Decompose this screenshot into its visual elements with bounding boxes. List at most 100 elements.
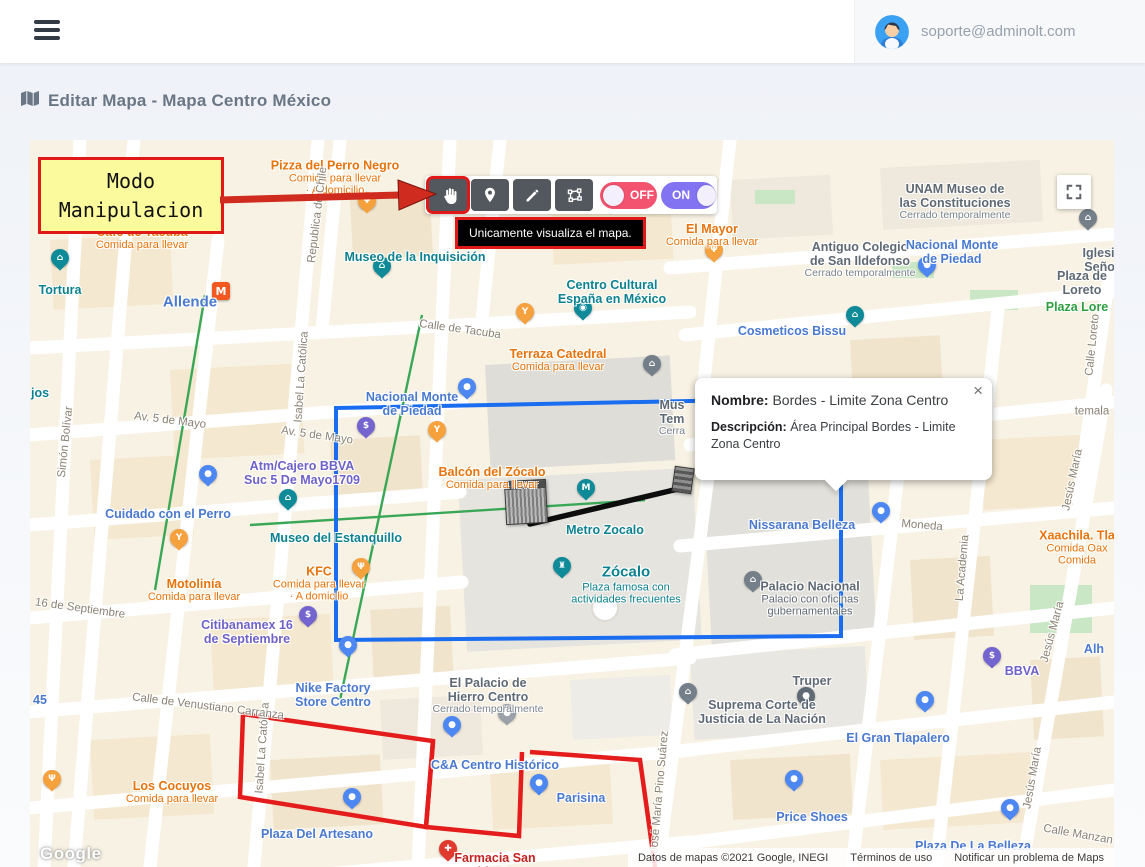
- fullscreen-button[interactable]: [1057, 175, 1091, 209]
- blueshop-pin-icon[interactable]: ●: [530, 774, 548, 792]
- marker-tool-button[interactable]: [471, 179, 509, 211]
- map-label: Allende: [162, 293, 218, 311]
- tealm-pin-icon[interactable]: M: [577, 479, 595, 497]
- map-label: Cosmeticos Bissu: [737, 324, 847, 338]
- map-label: BBVA: [1004, 664, 1040, 678]
- map-label: El Mayor Comida para llevar: [665, 221, 759, 248]
- map-label: Terraza Catedral Comida para llevar: [509, 346, 607, 373]
- tealrook-pin-icon[interactable]: ♜: [553, 557, 571, 575]
- info-window: × Nombre: Bordes - Limite Zona Centro De…: [695, 378, 992, 480]
- map-label: temala: [1074, 405, 1110, 418]
- map-label: El Gran Tlapalero: [846, 731, 950, 745]
- tealmus-pin-icon[interactable]: ⌂: [279, 489, 297, 507]
- report-link[interactable]: Notificar un problema de Maps: [954, 852, 1104, 864]
- blueshop-pin-icon[interactable]: ●: [1001, 799, 1019, 817]
- map-label: Balcón del Zócalo Comida para llevar: [438, 464, 546, 491]
- toggle-off-label: OFF: [630, 188, 654, 202]
- annotation-box: Modo Manipulacion: [38, 157, 224, 234]
- blueshop-pin-icon[interactable]: ●: [339, 636, 357, 654]
- hand-icon: [443, 187, 456, 204]
- map-toolbar: OFF ON: [425, 176, 717, 214]
- zone-polygon[interactable]: [423, 741, 525, 839]
- fullscreen-icon: [1066, 184, 1082, 200]
- map-label: Parisina: [556, 791, 606, 805]
- indigobank-pin-icon[interactable]: $: [983, 647, 1001, 665]
- user-email: soporte@adminolt.com: [921, 23, 1076, 40]
- map-label: Motolinía Comida para llevar: [147, 576, 241, 603]
- blueshop-pin-icon[interactable]: ●: [343, 788, 361, 806]
- map-label: Palacio Nacional Palacio con oficinas gube…: [760, 579, 860, 618]
- orangedrink-pin-icon[interactable]: Y: [428, 421, 446, 439]
- blueshop-pin-icon[interactable]: ●: [199, 465, 217, 483]
- map-label: Plaza Lore: [1045, 300, 1109, 314]
- polygon-tool-button[interactable]: [555, 179, 593, 211]
- map-label: UNAM Museo de las Constituciones Cerrado t…: [899, 182, 1011, 222]
- menu-icon[interactable]: [34, 20, 60, 42]
- map-label: Citibanamex 16 de Septiembre: [201, 618, 293, 646]
- info-name-label: Nombre:: [711, 392, 769, 408]
- toggle-on-label: ON: [672, 188, 690, 202]
- map-label: Museo del Estanquillo: [270, 531, 402, 545]
- device-link-line[interactable]: [527, 486, 681, 527]
- polygon-icon: [567, 187, 582, 202]
- map-label: Tortura: [38, 283, 82, 297]
- toggle-on-knob: [697, 184, 716, 206]
- indigobank-pin-icon[interactable]: $: [299, 606, 317, 624]
- map-label: Price Shoes: [776, 810, 848, 824]
- graymus-pin-icon[interactable]: ⌂: [679, 683, 697, 701]
- info-name-value: Bordes - Limite Zona Centro: [772, 392, 949, 408]
- graymus-pin-icon[interactable]: ⌂: [744, 571, 762, 589]
- user-menu[interactable]: soporte@adminolt.com: [854, 0, 1145, 63]
- map-label: Plaza Del Artesano: [260, 827, 374, 841]
- map-icon: [20, 90, 40, 112]
- google-logo[interactable]: Google: [40, 844, 102, 864]
- orangedrink-pin-icon[interactable]: Y: [170, 529, 188, 547]
- map-label: Plaza de Loreto: [1056, 269, 1108, 297]
- map-label: Farmacia SanPablo Cent: [454, 851, 536, 867]
- map-label: 45: [33, 693, 47, 707]
- map-label: Zócalo Plaza famosa con actividades frecue…: [571, 563, 681, 606]
- orangedrink-pin-icon[interactable]: Y: [516, 303, 534, 321]
- map-label: Suprema Corte de Justicia de La Nación: [698, 698, 826, 726]
- map-label: KFC Comida para llevar · A domicilio: [272, 564, 366, 603]
- place-marker-icon: [485, 187, 495, 203]
- map-attribution: Datos de mapas ©2021 Google, INEGI Térmi…: [627, 848, 1114, 867]
- map-canvas[interactable]: Ψ ⌂ ⌂ ◉ Y Ψ ⌂ ⌂ ● ● M $ Y ● ⌂ Y Ψ $ ● Ψ ● ● ● ✚ ● ⌂ ● ● $ ● ● ● M ♜ ⌂ ⌂ Piz…: [30, 140, 1114, 867]
- map-label: C&A Centro Histórico: [430, 758, 560, 772]
- toggle-off[interactable]: OFF: [600, 181, 657, 209]
- close-icon[interactable]: ×: [973, 382, 983, 399]
- map-label: Metro Zocalo: [566, 523, 644, 537]
- blueshop-pin-icon[interactable]: ●: [916, 691, 934, 709]
- graymus-pin-icon[interactable]: ⌂: [643, 355, 661, 373]
- map-label: El Palacio de Hierro Centro Cerrado tempor…: [432, 676, 544, 716]
- map-label: Nike Factory Store Centro: [295, 681, 371, 709]
- page-title: Editar Mapa - Mapa Centro México: [48, 91, 332, 110]
- tealmus-pin-icon[interactable]: ⌂: [846, 306, 864, 324]
- blueshop-pin-icon[interactable]: ●: [458, 378, 476, 396]
- info-desc-label: Descripción:: [711, 420, 787, 434]
- blueshop-pin-icon[interactable]: ●: [785, 770, 803, 788]
- map-label: Alh: [1083, 642, 1105, 656]
- annotation-line1: Modo: [106, 168, 156, 193]
- annotation-line2: Manipulacion: [58, 197, 204, 222]
- map-label: Museo de la Inquisición: [344, 250, 486, 264]
- orangefood-pin-icon[interactable]: Ψ: [43, 770, 61, 788]
- topbar: soporte@adminolt.com: [0, 0, 1145, 63]
- map-label: Truper: [792, 674, 832, 688]
- map-label: Los Cocuyos Comida para llevar: [125, 778, 219, 805]
- terms-link[interactable]: Términos de uso: [850, 852, 932, 864]
- blueshop-pin-icon[interactable]: ●: [872, 502, 890, 520]
- toggle-on[interactable]: ON: [661, 181, 716, 209]
- map-label: Nacional Monte de Piedad: [905, 238, 999, 266]
- tealmus-pin-icon[interactable]: ⌂: [51, 249, 69, 267]
- draw-tool-button[interactable]: [513, 179, 551, 211]
- toggle-off-knob: [603, 184, 624, 206]
- map-label: Antiguo Colegio de San Ildefonso Cerrado t…: [804, 240, 916, 280]
- blueshop-pin-icon[interactable]: ●: [443, 716, 461, 734]
- map-label: Nacional Monte de Piedad: [365, 390, 459, 418]
- indigobank-pin-icon[interactable]: $: [357, 417, 375, 435]
- device-marker-olt-2[interactable]: [671, 465, 695, 495]
- breadcrumb: Editar Mapa - Mapa Centro México: [20, 90, 331, 112]
- map-label: jos: [30, 386, 50, 400]
- graymus-pin-icon[interactable]: ⌂: [1079, 209, 1097, 227]
